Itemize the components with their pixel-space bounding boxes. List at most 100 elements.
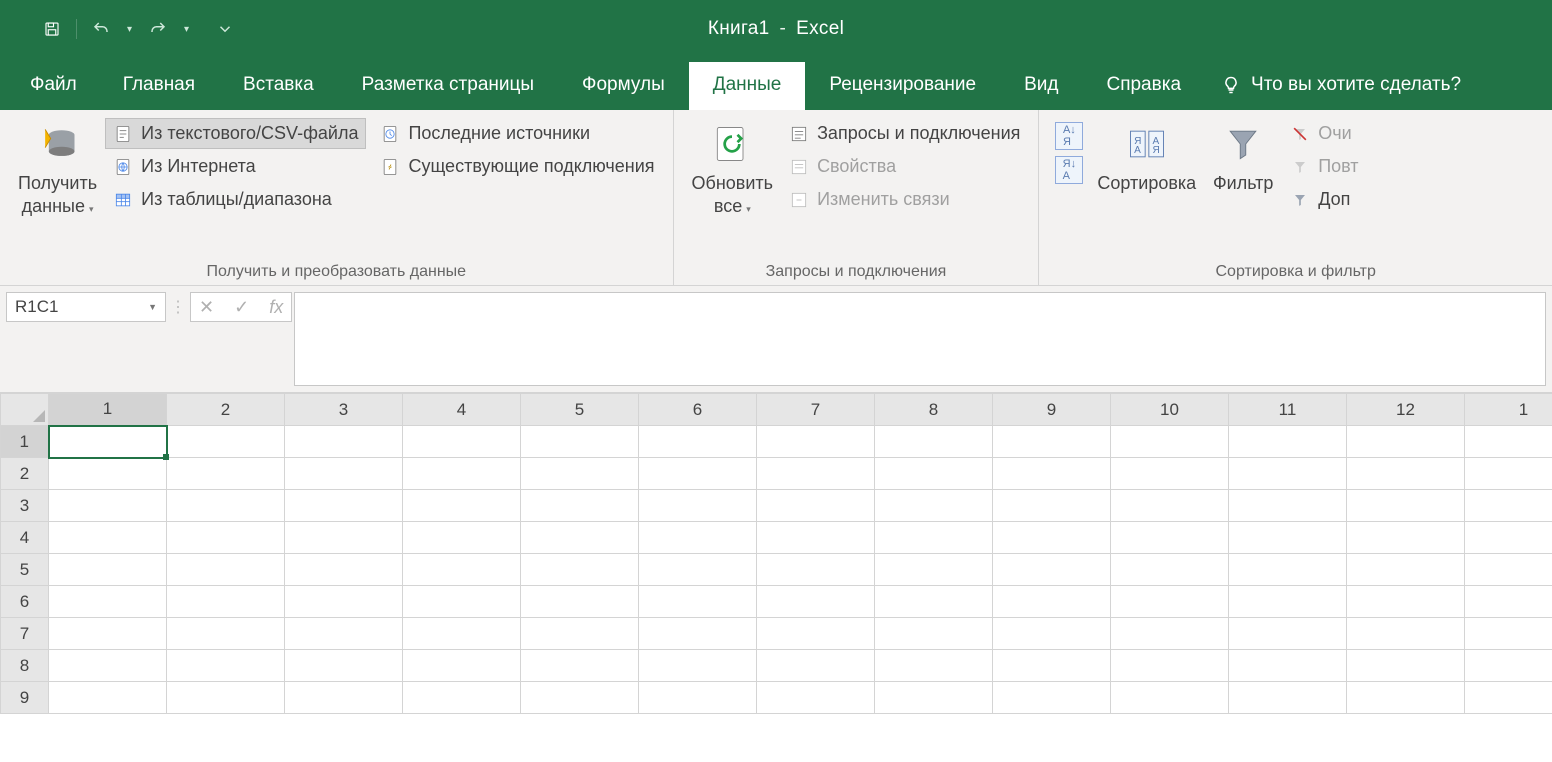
- undo-button[interactable]: [85, 13, 117, 45]
- cell[interactable]: [993, 554, 1111, 586]
- cell[interactable]: [1347, 586, 1465, 618]
- cell[interactable]: [521, 426, 639, 458]
- save-button[interactable]: [36, 13, 68, 45]
- cell[interactable]: [875, 650, 993, 682]
- column-header[interactable]: 6: [639, 394, 757, 426]
- cell[interactable]: [285, 682, 403, 714]
- cell[interactable]: [285, 650, 403, 682]
- cell[interactable]: [1465, 554, 1552, 586]
- cell[interactable]: [757, 650, 875, 682]
- column-header[interactable]: 12: [1347, 394, 1465, 426]
- column-header[interactable]: 10: [1111, 394, 1229, 426]
- cell[interactable]: [167, 650, 285, 682]
- tab-review[interactable]: Рецензирование: [805, 62, 1000, 110]
- cell[interactable]: [521, 586, 639, 618]
- cell[interactable]: [521, 618, 639, 650]
- cell[interactable]: [875, 554, 993, 586]
- cell[interactable]: [49, 586, 167, 618]
- cell[interactable]: [993, 522, 1111, 554]
- advanced-filter-button[interactable]: Доп: [1282, 184, 1366, 215]
- cell[interactable]: [875, 682, 993, 714]
- cell[interactable]: [639, 554, 757, 586]
- cell[interactable]: [875, 522, 993, 554]
- cell[interactable]: [639, 522, 757, 554]
- column-header[interactable]: 1: [49, 394, 167, 426]
- cell[interactable]: [1465, 426, 1552, 458]
- cell[interactable]: [1229, 522, 1347, 554]
- cell[interactable]: [49, 554, 167, 586]
- row-header[interactable]: 6: [1, 586, 49, 618]
- cell[interactable]: [285, 522, 403, 554]
- cell[interactable]: [1229, 586, 1347, 618]
- tab-page-layout[interactable]: Разметка страницы: [338, 62, 558, 110]
- cell[interactable]: [167, 458, 285, 490]
- cell[interactable]: [403, 490, 521, 522]
- cell[interactable]: [639, 618, 757, 650]
- from-table-range-button[interactable]: Из таблицы/диапазона: [105, 184, 366, 215]
- sort-desc-button[interactable]: Я↓А: [1055, 156, 1083, 184]
- cell[interactable]: [403, 650, 521, 682]
- cell[interactable]: [403, 682, 521, 714]
- cell[interactable]: [1347, 650, 1465, 682]
- name-box[interactable]: R1C1 ▼: [6, 292, 166, 322]
- cell[interactable]: [1347, 554, 1465, 586]
- cell[interactable]: [1111, 682, 1229, 714]
- cell[interactable]: [993, 426, 1111, 458]
- row-header[interactable]: 7: [1, 618, 49, 650]
- row-header[interactable]: 1: [1, 426, 49, 458]
- cell[interactable]: [1465, 650, 1552, 682]
- row-header[interactable]: 9: [1, 682, 49, 714]
- cell[interactable]: [49, 650, 167, 682]
- cell[interactable]: [285, 426, 403, 458]
- cell[interactable]: [285, 586, 403, 618]
- cell[interactable]: [285, 458, 403, 490]
- cell[interactable]: [757, 458, 875, 490]
- tab-data[interactable]: Данные: [689, 62, 806, 110]
- cell[interactable]: [403, 586, 521, 618]
- row-header[interactable]: 2: [1, 458, 49, 490]
- cell[interactable]: [875, 618, 993, 650]
- row-header[interactable]: 5: [1, 554, 49, 586]
- cell[interactable]: [403, 618, 521, 650]
- from-web-button[interactable]: Из Интернета: [105, 151, 366, 182]
- name-box-dropdown[interactable]: ▼: [148, 302, 157, 312]
- cell[interactable]: [639, 586, 757, 618]
- cell[interactable]: [521, 490, 639, 522]
- cell[interactable]: [167, 426, 285, 458]
- tab-home[interactable]: Главная: [99, 62, 219, 110]
- column-header[interactable]: 5: [521, 394, 639, 426]
- cell[interactable]: [639, 682, 757, 714]
- cell[interactable]: [1465, 618, 1552, 650]
- cell[interactable]: [993, 458, 1111, 490]
- tab-formulas[interactable]: Формулы: [558, 62, 689, 110]
- column-header[interactable]: 9: [993, 394, 1111, 426]
- existing-connections-button[interactable]: Существующие подключения: [372, 151, 662, 182]
- cell[interactable]: [521, 554, 639, 586]
- row-header[interactable]: 3: [1, 490, 49, 522]
- get-data-button[interactable]: Получить данные▾: [10, 116, 105, 217]
- cell[interactable]: [1111, 586, 1229, 618]
- cell[interactable]: [521, 650, 639, 682]
- cell[interactable]: [875, 426, 993, 458]
- tell-me-search[interactable]: Что вы хотите сделать?: [1205, 62, 1485, 110]
- cancel-formula-button[interactable]: ✕: [199, 297, 214, 318]
- cell[interactable]: [167, 586, 285, 618]
- cell[interactable]: [1347, 522, 1465, 554]
- select-all-corner[interactable]: [1, 394, 49, 426]
- cell[interactable]: [167, 554, 285, 586]
- cell[interactable]: [875, 458, 993, 490]
- cell[interactable]: [1347, 490, 1465, 522]
- sort-button[interactable]: ЯААЯ Сортировка: [1089, 116, 1204, 195]
- cell[interactable]: [1229, 426, 1347, 458]
- cell[interactable]: [639, 426, 757, 458]
- cell[interactable]: [285, 490, 403, 522]
- cell[interactable]: [49, 490, 167, 522]
- cell[interactable]: [993, 682, 1111, 714]
- cell[interactable]: [993, 490, 1111, 522]
- column-header[interactable]: 2: [167, 394, 285, 426]
- qat-customize[interactable]: [209, 13, 241, 45]
- refresh-all-button[interactable]: Обновить все▾: [684, 116, 782, 217]
- cell[interactable]: [1465, 522, 1552, 554]
- cell[interactable]: [757, 618, 875, 650]
- tab-view[interactable]: Вид: [1000, 62, 1082, 110]
